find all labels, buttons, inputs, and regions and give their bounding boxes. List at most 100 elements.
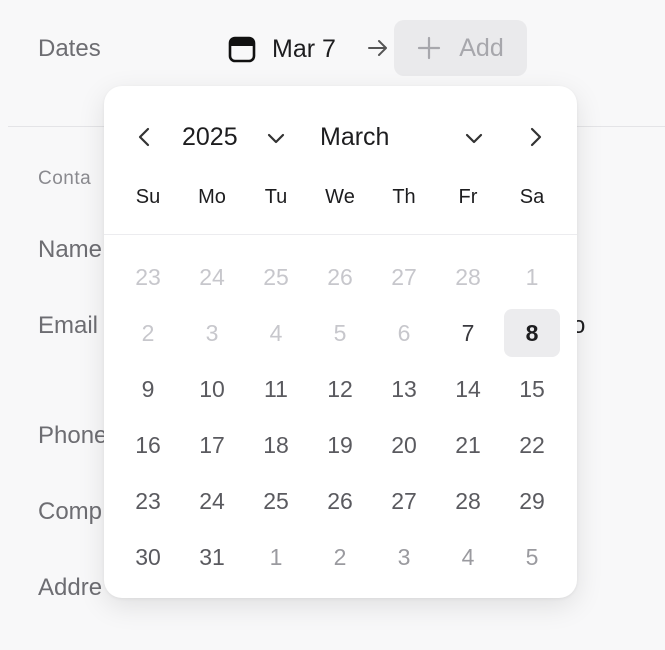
day-cell[interactable]: 5 (500, 529, 564, 585)
chevron-down-icon (267, 133, 285, 144)
date-picker-popover: 2025 March Su Mo Tu We Th Fr Sa 23 24 25… (104, 86, 577, 598)
day-cell[interactable]: 18 (244, 417, 308, 473)
day-cell[interactable]: 15 (500, 361, 564, 417)
day-cell[interactable]: 5 (308, 305, 372, 361)
weekday-label: Fr (458, 186, 478, 208)
day-number: 12 (327, 375, 353, 402)
day-number: 21 (455, 431, 481, 458)
day-number: 26 (327, 487, 353, 514)
day-cell[interactable]: 13 (372, 361, 436, 417)
weekday-label: Su (135, 186, 161, 208)
phone-label: Phone (38, 422, 108, 449)
address-label: Addre (38, 574, 103, 601)
day-number: 1 (269, 543, 283, 570)
month-value: March (320, 122, 390, 151)
day-number: 1 (525, 263, 539, 290)
start-date-value: Mar 7 (272, 34, 336, 63)
email-label: Email (38, 312, 99, 339)
day-cell[interactable]: 22 (500, 417, 564, 473)
day-number: 18 (263, 431, 289, 458)
day-cell[interactable]: 25 (244, 473, 308, 529)
day-cell[interactable]: 27 (372, 249, 436, 305)
day-number: 15 (519, 375, 545, 402)
day-cell[interactable]: 2 (308, 529, 372, 585)
day-cell[interactable]: 24 (180, 249, 244, 305)
month-select[interactable]: March (320, 118, 488, 156)
day-number: 26 (327, 263, 353, 290)
start-date-button[interactable]: Mar 7 (228, 28, 336, 70)
day-cell[interactable]: 26 (308, 473, 372, 529)
day-cell[interactable]: 16 (116, 417, 180, 473)
day-cell[interactable]: 29 (500, 473, 564, 529)
weekday-label: Tu (264, 186, 288, 208)
day-cell[interactable]: 3 (372, 529, 436, 585)
day-number: 16 (135, 431, 161, 458)
day-number: 29 (519, 487, 545, 514)
day-cell[interactable]: 26 (308, 249, 372, 305)
day-number: 20 (391, 431, 417, 458)
day-cell[interactable]: 28 (436, 249, 500, 305)
day-number: 9 (141, 375, 155, 402)
day-number: 7 (461, 319, 475, 346)
day-number: 4 (461, 543, 475, 570)
chevron-right-icon (530, 127, 542, 147)
day-cell[interactable]: 23 (116, 249, 180, 305)
day-cell[interactable]: 9 (116, 361, 180, 417)
day-number: 17 (199, 431, 225, 458)
day-number: 11 (264, 375, 288, 402)
day-number: 3 (397, 543, 411, 570)
day-cell[interactable]: 25 (244, 249, 308, 305)
day-cell[interactable]: 12 (308, 361, 372, 417)
day-number: 10 (199, 375, 225, 402)
day-cell[interactable]: 21 (436, 417, 500, 473)
day-number: 28 (455, 487, 481, 514)
day-number: 3 (205, 319, 219, 346)
day-number: 24 (199, 263, 225, 290)
day-cell[interactable]: 7 (436, 305, 500, 361)
day-cell[interactable]: 14 (436, 361, 500, 417)
next-month-button[interactable] (520, 122, 550, 152)
day-grid: 23 24 25 26 27 28 1 2 3 4 5 6 7 8 9 10 11 12 13 14 15 16 17 18 1… (116, 249, 564, 585)
day-cell[interactable]: 30 (116, 529, 180, 585)
dates-label: Dates (38, 35, 101, 62)
weekday-label: Th (392, 186, 416, 208)
arrow-right-icon (368, 40, 387, 56)
day-cell[interactable]: 1 (500, 249, 564, 305)
day-number: 2 (333, 543, 347, 570)
day-cell[interactable]: 20 (372, 417, 436, 473)
weekday-label: Sa (519, 186, 545, 208)
day-cell[interactable]: 4 (244, 305, 308, 361)
day-cell[interactable]: 1 (244, 529, 308, 585)
day-number: 4 (269, 319, 283, 346)
day-cell[interactable]: 10 (180, 361, 244, 417)
weekday-label: Mo (198, 186, 226, 208)
day-cell[interactable]: 28 (436, 473, 500, 529)
day-cell[interactable]: 6 (372, 305, 436, 361)
day-number: 22 (519, 431, 545, 458)
day-number: 23 (135, 263, 161, 290)
add-end-date-button[interactable]: Add (394, 20, 527, 76)
page: Dates Conta Name Email co Phone Comp Add… (0, 0, 665, 650)
day-cell[interactable]: 23 (116, 473, 180, 529)
previous-month-button[interactable] (130, 122, 160, 152)
day-cell[interactable]: 17 (180, 417, 244, 473)
chevron-down-icon (465, 133, 483, 144)
add-end-date-label: Add (459, 33, 504, 62)
day-number: 5 (333, 319, 347, 346)
year-select[interactable]: 2025 (182, 118, 292, 156)
day-number: 6 (397, 319, 411, 346)
day-cell[interactable]: 2 (116, 305, 180, 361)
day-cell[interactable]: 3 (180, 305, 244, 361)
day-cell[interactable]: 19 (308, 417, 372, 473)
day-cell[interactable]: 31 (180, 529, 244, 585)
day-cell[interactable]: 27 (372, 473, 436, 529)
day-number: 14 (455, 375, 481, 402)
day-cell[interactable]: 24 (180, 473, 244, 529)
selected-day[interactable]: 8 (500, 305, 564, 361)
chevron-left-icon (138, 127, 150, 147)
day-cell[interactable]: 11 (244, 361, 308, 417)
year-value: 2025 (182, 122, 238, 151)
day-cell[interactable]: 4 (436, 529, 500, 585)
day-number: 19 (327, 431, 353, 458)
weekday-label: We (325, 186, 355, 208)
